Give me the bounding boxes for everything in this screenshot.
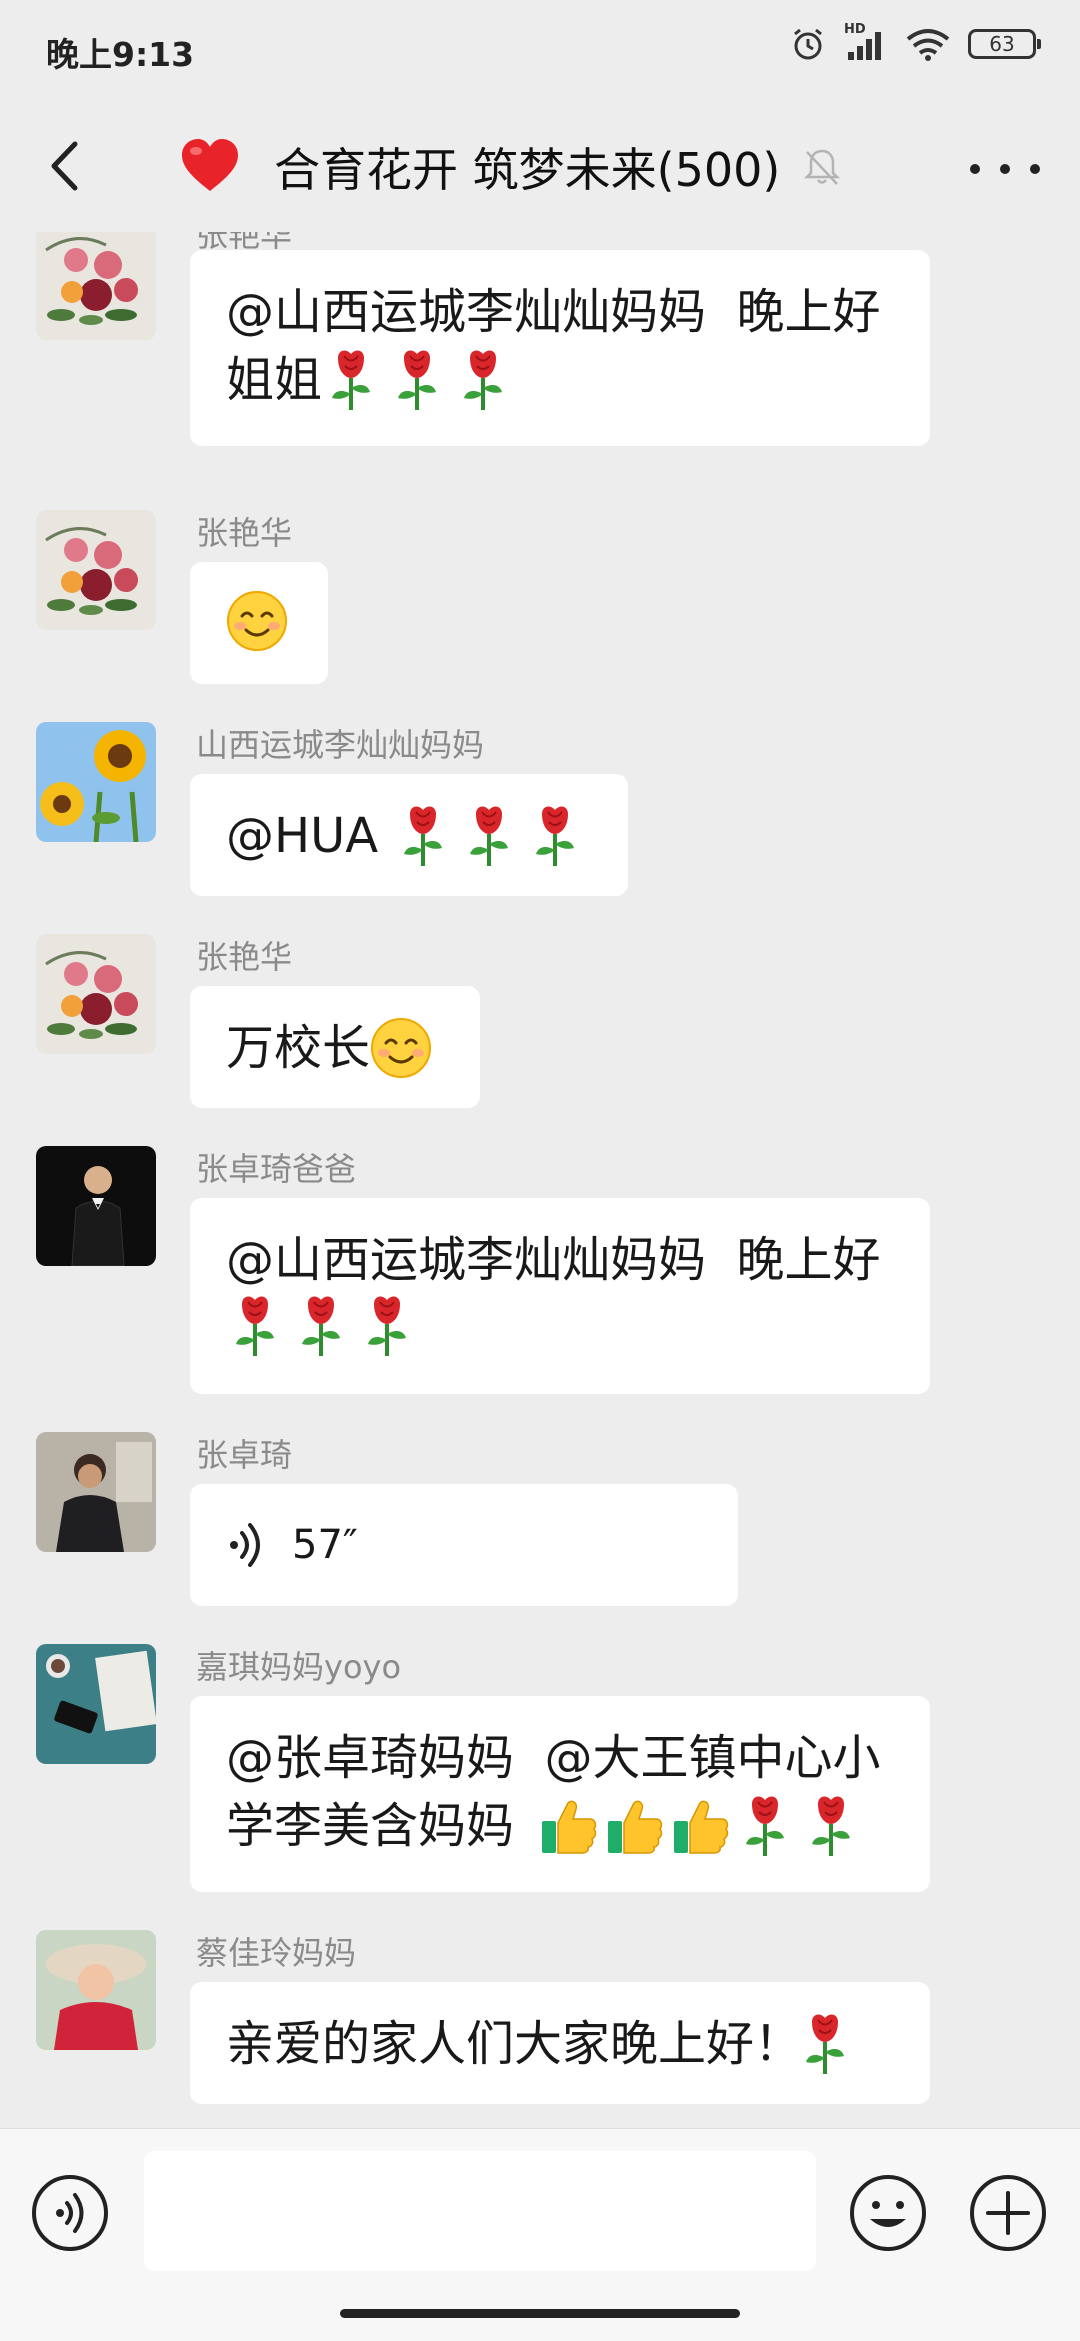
rose-icon bbox=[532, 804, 578, 868]
message-list[interactable]: 张艳华 @山西运城李灿灿妈妈 晚上好 姐姐 张艳华 山西运城李灿灿妈妈 @HUA… bbox=[0, 232, 1080, 2128]
status-time: 晚上9:13 bbox=[46, 35, 195, 74]
sender-name: 蔡佳玲妈妈 bbox=[196, 1934, 357, 1972]
voice-input-icon[interactable] bbox=[30, 2173, 110, 2253]
avatar[interactable] bbox=[36, 722, 156, 842]
message-text: 姐姐 bbox=[226, 352, 323, 408]
message-text: 学李美含妈妈 bbox=[226, 1798, 515, 1854]
message-bubble[interactable]: 万校长 bbox=[190, 986, 480, 1108]
rose-icon bbox=[742, 1794, 788, 1858]
thumbs-up-icon bbox=[604, 1795, 666, 1857]
message-bubble[interactable]: @张卓琦妈妈 @大王镇中心小 学李美含妈妈 bbox=[190, 1696, 930, 1892]
message-input[interactable] bbox=[144, 2151, 816, 2271]
smiling-face-icon bbox=[370, 1017, 432, 1079]
sender-name: 张卓琦 bbox=[196, 1436, 293, 1474]
chevron-left-icon bbox=[51, 141, 78, 191]
more-dot bbox=[1030, 164, 1040, 174]
bell-off-icon bbox=[804, 149, 841, 185]
back-button[interactable] bbox=[34, 136, 94, 196]
avatar[interactable] bbox=[36, 1644, 156, 1764]
battery-indicator: 63 bbox=[968, 29, 1041, 59]
message-text: 万校长 bbox=[226, 1020, 371, 1076]
avatar[interactable] bbox=[36, 510, 156, 630]
status-bar: 晚上9:13 HD 63 bbox=[0, 0, 1080, 96]
person-photo-icon bbox=[36, 1432, 156, 1552]
rose-icon bbox=[400, 804, 446, 868]
chat-header: 合育花开 筑梦未来(500) bbox=[0, 108, 1080, 232]
message-text: @HUA bbox=[226, 808, 379, 864]
red-heart-icon bbox=[182, 139, 238, 191]
signal-icon: HD bbox=[844, 22, 888, 62]
input-bar bbox=[0, 2128, 1080, 2341]
alarm-icon bbox=[794, 28, 822, 60]
avatar[interactable] bbox=[36, 232, 156, 340]
more-dot bbox=[970, 164, 980, 174]
peony-painting-icon bbox=[36, 934, 156, 1054]
message-bubble[interactable]: 亲爱的家人们大家晚上好！ bbox=[190, 1982, 930, 2104]
rose-icon bbox=[328, 348, 374, 412]
voice-wave-icon bbox=[230, 1523, 260, 1567]
rose-icon bbox=[394, 348, 440, 412]
girl-in-hat-icon bbox=[36, 1930, 156, 2050]
message-text: 亲爱的家人们大家晚上好！ bbox=[226, 2016, 803, 2072]
peony-painting-icon bbox=[36, 232, 156, 340]
sunflower-icon bbox=[36, 722, 156, 842]
message-bubble[interactable]: @山西运城李灿灿妈妈 晚上好 bbox=[190, 1198, 930, 1394]
message-text: @山西运城李灿灿妈妈 晚上好 bbox=[226, 284, 881, 340]
status-icons: HD 63 bbox=[790, 22, 1041, 62]
rose-icon bbox=[466, 804, 512, 868]
man-in-suit-icon bbox=[36, 1146, 156, 1266]
message-bubble[interactable]: @山西运城李灿灿妈妈 晚上好 姐姐 bbox=[190, 250, 930, 446]
sender-name: 嘉琪妈妈yoyo bbox=[196, 1648, 402, 1686]
voice-message-bubble[interactable]: 57″ bbox=[190, 1484, 738, 1606]
chat-title: 合育花开 筑梦未来(500) bbox=[274, 143, 781, 197]
more-button[interactable] bbox=[970, 144, 1040, 194]
sender-name: 张艳华 bbox=[196, 938, 293, 976]
message-text: @张卓琦妈妈 @大王镇中心小 bbox=[226, 1730, 881, 1786]
rose-icon bbox=[802, 2012, 848, 2076]
rose-icon bbox=[808, 1794, 854, 1858]
rose-icon bbox=[232, 1294, 278, 1358]
peony-painting-icon bbox=[36, 510, 156, 630]
avatar[interactable] bbox=[36, 1930, 156, 2050]
message-bubble[interactable]: @HUA bbox=[190, 774, 628, 896]
avatar[interactable] bbox=[36, 1146, 156, 1266]
plus-circle-icon[interactable] bbox=[968, 2173, 1048, 2253]
message-bubble[interactable] bbox=[190, 562, 328, 684]
thumbs-up-icon bbox=[670, 1795, 732, 1857]
rose-icon bbox=[298, 1294, 344, 1358]
desk-photo-icon bbox=[36, 1644, 156, 1764]
thumbs-up-icon bbox=[538, 1795, 600, 1857]
message-text: @山西运城李灿灿妈妈 晚上好 bbox=[226, 1232, 881, 1288]
smiling-face-icon bbox=[226, 590, 288, 652]
avatar[interactable] bbox=[36, 934, 156, 1054]
home-indicator[interactable] bbox=[340, 2309, 740, 2318]
sender-name: 张卓琦爸爸 bbox=[196, 1150, 357, 1188]
rose-icon bbox=[460, 348, 506, 412]
rose-icon bbox=[364, 1294, 410, 1358]
wifi-icon bbox=[906, 29, 950, 61]
more-dot bbox=[1000, 164, 1010, 174]
voice-duration: 57″ bbox=[292, 1522, 358, 1568]
sender-name: 山西运城李灿灿妈妈 bbox=[196, 726, 485, 764]
sender-name: 张艳华 bbox=[196, 514, 293, 552]
emoji-face-icon[interactable] bbox=[848, 2173, 928, 2253]
avatar[interactable] bbox=[36, 1432, 156, 1552]
title-area[interactable]: 合育花开 筑梦未来(500) bbox=[180, 132, 842, 202]
